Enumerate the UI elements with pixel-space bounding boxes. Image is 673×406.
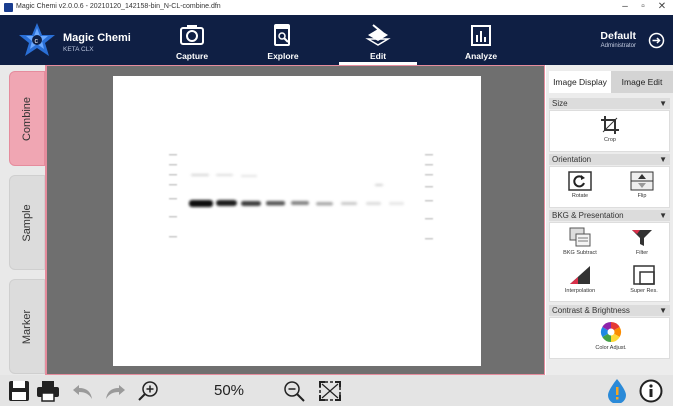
tab-combine[interactable]: Combine [9,71,45,166]
interpolation-tool[interactable]: Interpolation [556,264,604,294]
filter-icon [632,230,652,246]
flip-tool[interactable]: Flip [622,171,662,199]
zoom-out-icon[interactable] [283,380,305,402]
tab-explore-label: Explore [267,51,299,61]
app-icon [4,3,13,12]
tab-image-edit[interactable]: Image Edit [611,71,673,93]
section-contrast-body: Color Adjust. [549,317,670,359]
filter-label: Filter [635,250,649,256]
collapse-icon[interactable]: ▼ [659,305,667,316]
color-adjust-label: Color Adjust. [595,345,627,351]
svg-text:c: c [35,38,39,45]
user-role: Administrator [600,43,636,49]
zoom-level: 50% [214,382,245,399]
zoom-in-icon[interactable] [138,380,160,402]
blot-image[interactable] [113,76,481,366]
interpolation-label: Interpolation [564,288,596,294]
fit-to-screen-icon[interactable] [318,380,342,402]
crop-icon [601,116,619,134]
collapse-icon[interactable]: ▼ [659,210,667,221]
super-res-icon [633,265,655,285]
analyze-icon [471,25,491,46]
section-bkg-title: BKG & Presentation [552,211,624,220]
flip-icon [630,171,654,191]
logout-icon[interactable] [648,32,665,49]
section-orientation-title: Orientation [552,155,592,164]
tab-analyze[interactable]: Analyze [442,15,520,65]
maximize-icon[interactable]: ▫ [635,1,651,12]
tab-sample-label: Sample [21,203,33,242]
rotate-label: Rotate [571,193,589,199]
section-orientation-body: Rotate Flip [549,166,670,208]
rotate-tool[interactable]: Rotate [560,171,600,199]
minimize-icon[interactable]: – [617,1,633,12]
print-icon[interactable] [36,380,60,402]
tab-explore[interactable]: Explore [244,15,322,65]
undo-icon[interactable] [72,382,94,400]
interpolation-icon [570,266,590,284]
rotate-icon [568,171,592,191]
save-icon[interactable] [8,380,30,402]
right-panel: Image Display Image Edit Size ▼ Crop Ori… [546,65,673,375]
section-size-header[interactable]: Size ▼ [549,98,670,109]
tab-capture[interactable]: Capture [153,15,231,65]
info-icon[interactable] [639,379,663,403]
logo-icon: c [19,23,55,56]
window-title: Magic Chemi v2.0.0.6 - 20210120_142158-b… [16,3,221,10]
crop-tool[interactable]: Crop [595,115,625,143]
tab-marker-label: Marker [21,309,33,344]
window-title-bar: Magic Chemi v2.0.0.6 - 20210120_142158-b… [0,0,673,15]
tab-marker[interactable]: Marker [9,279,45,374]
redo-icon[interactable] [104,382,126,400]
bkg-subtract-icon [569,227,591,247]
section-size-title: Size [552,99,568,108]
section-contrast-title: Contrast & Brightness [552,306,630,315]
close-icon[interactable]: ✕ [654,1,670,12]
bkg-subtract-label: BKG Subtract [563,250,597,256]
color-adjust-tool[interactable]: Color Adjust. [586,321,636,351]
section-bkg-body: BKG Subtract Filter Interpolation Super … [549,222,670,302]
tab-combine-label: Combine [21,96,33,141]
filter-tool[interactable]: Filter [622,226,662,256]
brand-subtitle: KETA CLX [63,46,94,53]
super-res-tool[interactable]: Super Res. [622,264,666,294]
crop-label: Crop [604,137,616,143]
edit-icon [365,24,391,46]
notification-drop-icon[interactable] [606,378,628,403]
section-bkg-header[interactable]: BKG & Presentation ▼ [549,210,670,221]
tab-edit-label: Edit [369,51,387,61]
image-canvas[interactable] [45,65,545,375]
super-res-label: Super Res. [630,288,658,294]
top-navigation: c Magic Chemi KETA CLX Capture Explore E… [0,15,673,65]
bottom-toolbar: 50% [0,375,673,406]
section-size-body: Crop [549,110,670,152]
collapse-icon[interactable]: ▼ [659,154,667,165]
bkg-subtract-tool[interactable]: BKG Subtract [556,226,604,256]
tab-sample[interactable]: Sample [9,175,45,270]
camera-icon [180,25,204,45]
tab-edit[interactable]: Edit [339,15,417,65]
tab-capture-label: Capture [175,51,209,61]
flip-label: Flip [637,193,647,199]
color-adjust-icon [600,321,622,343]
user-info[interactable]: Default Administrator [600,30,636,49]
brand-name: Magic Chemi [63,32,131,44]
tab-image-display[interactable]: Image Display [549,71,611,93]
tab-analyze-label: Analyze [464,51,498,61]
left-tab-bar: Combine Sample Marker [0,65,45,375]
western-blot-image [169,154,433,240]
section-orientation-header[interactable]: Orientation ▼ [549,154,670,165]
explore-icon [274,24,290,46]
user-name: Default [600,30,636,42]
section-contrast-header[interactable]: Contrast & Brightness ▼ [549,305,670,316]
collapse-icon[interactable]: ▼ [659,98,667,109]
